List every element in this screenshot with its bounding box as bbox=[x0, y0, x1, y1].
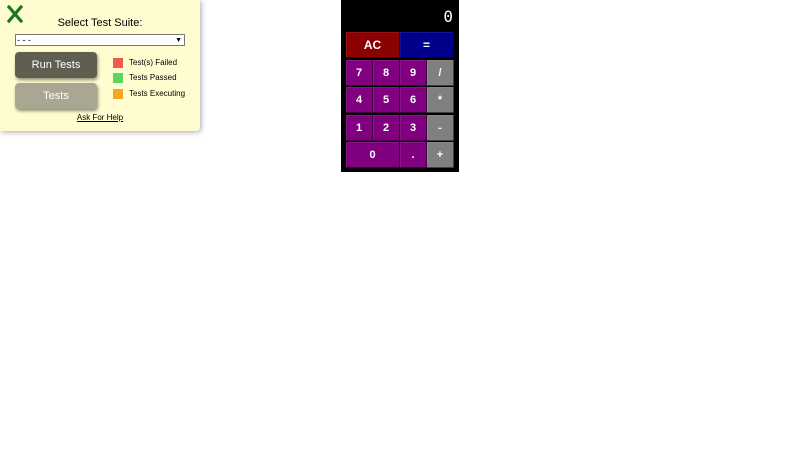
legend-label-passed: Tests Passed bbox=[129, 73, 177, 82]
digit-2-button[interactable]: 2 bbox=[373, 115, 400, 141]
digit-3-label: 3 bbox=[409, 122, 417, 134]
test-suite-selected-value: - - - bbox=[17, 35, 31, 45]
chevron-down-icon: ▼ bbox=[175, 37, 182, 44]
calculator-display: 0 bbox=[443, 7, 453, 26]
calculator: 0 AC = 7 8 9 / 4 5 6 * 1 2 3 - 0 . + bbox=[341, 0, 459, 172]
add-label: + bbox=[436, 149, 444, 161]
digit-3-button[interactable]: 3 bbox=[400, 115, 427, 141]
legend-label-failed: Test(s) Failed bbox=[129, 58, 178, 67]
add-button[interactable]: + bbox=[427, 142, 454, 168]
digit-8-label: 8 bbox=[382, 67, 390, 79]
digit-7-label: 7 bbox=[355, 67, 363, 79]
select-test-suite-title: Select Test Suite: bbox=[57, 17, 143, 29]
digit-8-button[interactable]: 8 bbox=[373, 60, 400, 86]
equals-button[interactable]: = bbox=[400, 32, 454, 58]
passed-swatch bbox=[113, 73, 123, 83]
subtract-label: - bbox=[438, 122, 442, 134]
digit-4-button[interactable]: 4 bbox=[346, 87, 373, 113]
test-suite-select[interactable]: - - - ▼ bbox=[15, 34, 185, 46]
subtract-button[interactable]: - bbox=[427, 115, 454, 141]
digit-5-label: 5 bbox=[382, 94, 390, 106]
digit-9-button[interactable]: 9 bbox=[400, 60, 427, 86]
divide-button[interactable]: / bbox=[427, 60, 454, 86]
multiply-button[interactable]: * bbox=[427, 87, 454, 113]
digit-5-button[interactable]: 5 bbox=[373, 87, 400, 113]
digit-0-button[interactable]: 0 bbox=[346, 142, 400, 168]
divide-label: / bbox=[438, 67, 442, 79]
digit-1-button[interactable]: 1 bbox=[346, 115, 373, 141]
decimal-button[interactable]: . bbox=[400, 142, 427, 168]
executing-swatch bbox=[113, 89, 123, 99]
legend-label-executing: Tests Executing bbox=[129, 89, 186, 98]
digit-6-button[interactable]: 6 bbox=[400, 87, 427, 113]
run-tests-button[interactable]: Run Tests bbox=[15, 52, 97, 78]
digit-6-label: 6 bbox=[409, 94, 417, 106]
equals-button-label: = bbox=[422, 38, 430, 52]
digit-7-button[interactable]: 7 bbox=[346, 60, 373, 86]
clear-button-label: AC bbox=[363, 38, 382, 52]
clear-button[interactable]: AC bbox=[346, 32, 400, 58]
failed-swatch bbox=[113, 58, 123, 68]
digit-4-label: 4 bbox=[355, 94, 363, 106]
digit-0-label: 0 bbox=[369, 149, 376, 161]
decimal-label: . bbox=[411, 149, 415, 161]
ask-for-help-link[interactable]: Ask For Help bbox=[0, 113, 200, 122]
multiply-label: * bbox=[437, 94, 443, 106]
digit-2-label: 2 bbox=[382, 122, 390, 134]
digit-9-label: 9 bbox=[409, 67, 417, 79]
tests-button[interactable]: Tests bbox=[15, 83, 97, 109]
digit-1-label: 1 bbox=[355, 122, 363, 134]
test-suite-panel: Select Test Suite: - - - ▼ Run Tests Tes… bbox=[0, 0, 200, 131]
